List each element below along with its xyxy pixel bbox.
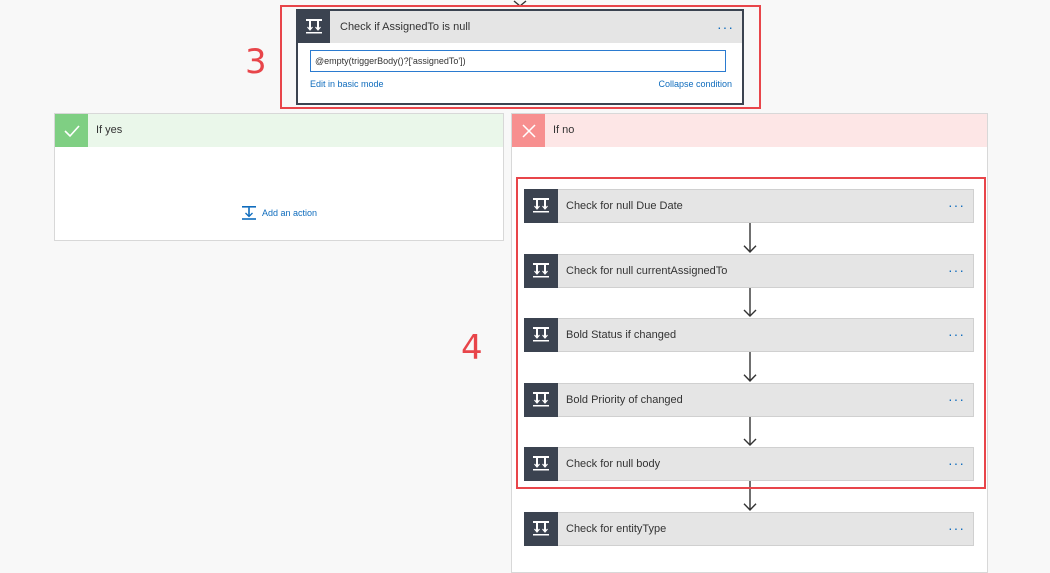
add-action-icon: [242, 206, 256, 220]
condition-header[interactable]: Check if AssignedTo is null ···: [298, 11, 742, 43]
branch-no-header[interactable]: If no: [512, 114, 987, 147]
close-icon: [512, 114, 545, 147]
edit-basic-mode-link[interactable]: Edit in basic mode: [310, 79, 384, 89]
checkmark-icon: [55, 114, 88, 147]
add-action-button[interactable]: Add an action: [241, 205, 317, 221]
condition-card: Check if AssignedTo is null ··· Edit in …: [296, 9, 744, 105]
branch-no-title: If no: [553, 124, 575, 136]
step-check-entity-type[interactable]: Check for entityType ···: [524, 512, 974, 546]
branch-yes-card: If yes Add an action: [54, 113, 504, 241]
step-label: Check for entityType: [566, 523, 667, 535]
annotation-box-4: [516, 177, 986, 489]
add-action-label: Add an action: [262, 208, 318, 218]
collapse-condition-link[interactable]: Collapse condition: [658, 79, 732, 89]
more-options-icon[interactable]: ···: [717, 20, 734, 34]
more-options-icon[interactable]: ···: [948, 521, 965, 535]
annotation-label-4: 4: [461, 328, 483, 368]
condition-expression-input[interactable]: [310, 50, 726, 72]
condition-title: Check if AssignedTo is null: [340, 21, 471, 33]
condition-icon: [524, 512, 558, 546]
condition-icon: [298, 11, 330, 43]
branch-yes-title: If yes: [96, 124, 123, 136]
annotation-label-3: 3: [245, 42, 267, 82]
branch-yes-header[interactable]: If yes: [55, 114, 503, 147]
